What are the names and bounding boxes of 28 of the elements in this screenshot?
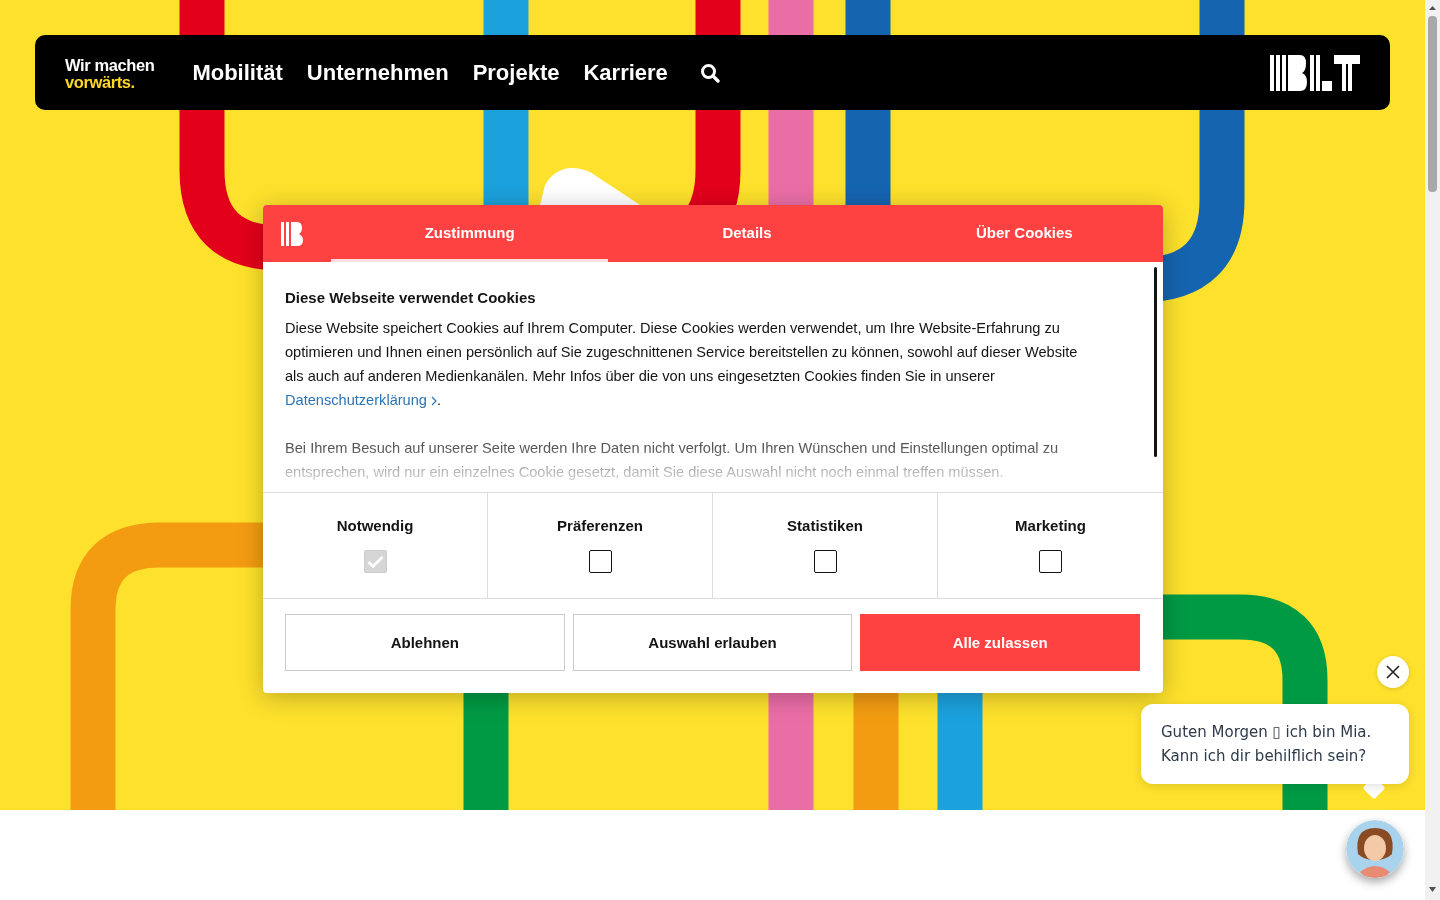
nav-link[interactable]: Karriere [583, 59, 668, 86]
privacy-link[interactable]: Datenschutzerklärung [285, 392, 438, 408]
checkbox[interactable] [588, 550, 612, 573]
nav-link[interactable]: Unternehmen [306, 59, 449, 86]
category-label: Notwendig [336, 517, 414, 534]
dialog-button[interactable]: Ablehnen [285, 614, 565, 671]
nav-link[interactable]: Mobilität [192, 59, 283, 86]
checkbox[interactable] [1039, 550, 1062, 573]
dialog-heading: Diese Webseite verwendet Cookies [285, 288, 537, 308]
slogan-text: Wir machen [65, 56, 155, 74]
check-icon [366, 554, 384, 569]
logo-icon[interactable] [1270, 54, 1360, 91]
checkbox[interactable] [813, 550, 837, 573]
nav-link[interactable]: Projekte [472, 59, 560, 86]
chevron-icon [431, 396, 438, 406]
chat-message: Kann ich dir behilflich sein? [1161, 746, 1368, 767]
category-label: Marketing [1015, 517, 1086, 534]
intro-text: Diese Website speichert Cookies auf Ihrem Computer. Diese Cookies werden verwendet, um Ihre Website-Erfahrung zu optimieren und Ihnen einen persönlich auf Sie zugeschnittenen Service bereitstellen zu können, sowohl auf dieser Website als auch auf anderen Medienkanälen. Mehr Infos über die von uns eingesetzten Cookies finden Sie in unserer Datenschutzerklärung . [285, 319, 1079, 410]
search-icon[interactable] [699, 62, 720, 83]
logo-icon [281, 221, 303, 246]
close-icon [1385, 664, 1401, 680]
avatar-icon[interactable] [1346, 820, 1404, 878]
slogan-text: vorwärts. [65, 73, 136, 91]
chat-message: Guten Morgen ▯ ich bin Mia. [1161, 722, 1373, 743]
note-text: Bei Ihrem Besuch auf unserer Seite werden Ihre Daten nicht verfolgt. Um Ihren Wünschen und Einstellungen optimal zu entsprechen, wird nur ein einzelnes Cookie gesetzt, damit Sie diese Auswahl nicht noch einmal treffen müssen. [285, 439, 1060, 482]
category-label: Statistiken [787, 517, 863, 534]
dialog-button[interactable]: Auswahl erlauben [572, 614, 853, 671]
category-label: Präferenzen [557, 517, 643, 534]
